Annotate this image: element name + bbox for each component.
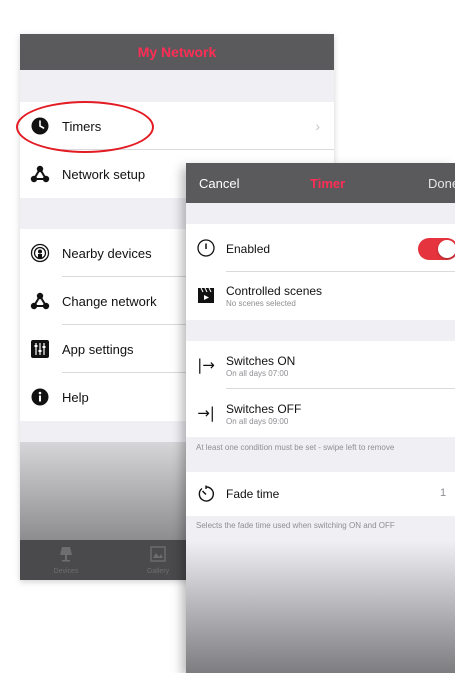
menu-item-label: Help: [62, 389, 89, 405]
lamp-icon: [59, 546, 73, 566]
network-icon: [30, 164, 50, 184]
info-icon: [30, 387, 50, 407]
navbar: My Network: [20, 34, 334, 70]
timers-highlight-ring: [16, 101, 154, 153]
controlled-scenes-label: Controlled scenes: [226, 284, 323, 298]
done-button[interactable]: Done: [428, 176, 455, 191]
menu-item-label: App settings: [62, 341, 134, 357]
nearby-icon: [30, 243, 50, 263]
enabled-label: Enabled: [226, 242, 271, 256]
arrow-to-bar-icon: →|: [197, 404, 215, 422]
page-title: Timer: [310, 176, 346, 191]
switches-on-row[interactable]: |→ Switches ON On all days 07:00: [186, 341, 455, 389]
timer-screen: Cancel Timer Done Enabled Controlled sce…: [186, 163, 455, 673]
switches-on-label: Switches ON: [226, 354, 296, 368]
gallery-icon: [150, 545, 166, 566]
menu-item-label: Change network: [62, 293, 157, 309]
conditions-note: At least one condition must be set - swi…: [196, 443, 395, 452]
background-fade: [186, 541, 455, 673]
fade-note: Selects the fade time used when switchin…: [196, 521, 395, 530]
switches-off-label: Switches OFF: [226, 402, 302, 416]
controlled-scenes-subtitle: No scenes selected: [226, 299, 296, 308]
tab-label: Gallery: [146, 567, 170, 575]
tab-devices[interactable]: Devices: [20, 540, 112, 580]
enabled-row: Enabled: [186, 224, 455, 272]
tab-label: Devices: [53, 567, 79, 575]
clapperboard-icon: [196, 285, 216, 305]
fade-time-value: 1: [440, 487, 447, 499]
timer-icon: [196, 484, 216, 504]
chevron-right-icon: ›: [315, 118, 320, 134]
navbar: Cancel Timer Done: [186, 163, 455, 203]
page-title: My Network: [137, 44, 217, 60]
fade-time-row[interactable]: Fade time 1: [186, 472, 455, 516]
controlled-scenes-row[interactable]: Controlled scenes No scenes selected: [186, 272, 455, 320]
switches-on-subtitle: On all days 07:00: [226, 369, 289, 378]
sliders-icon: [30, 339, 50, 359]
switches-off-subtitle: On all days 09:00: [226, 417, 289, 426]
menu-item-label: Network setup: [62, 166, 146, 182]
power-icon: [196, 238, 216, 258]
network-icon: [30, 291, 50, 311]
enabled-toggle[interactable]: [418, 238, 455, 260]
toggle-knob: [438, 240, 455, 258]
cancel-button[interactable]: Cancel: [199, 176, 239, 191]
fade-time-label: Fade time: [226, 487, 280, 501]
switches-off-row[interactable]: →| Switches OFF On all days 09:00: [186, 389, 455, 437]
menu-item-label: Nearby devices: [62, 245, 152, 261]
arrow-right-bar-icon: |→: [197, 356, 215, 374]
